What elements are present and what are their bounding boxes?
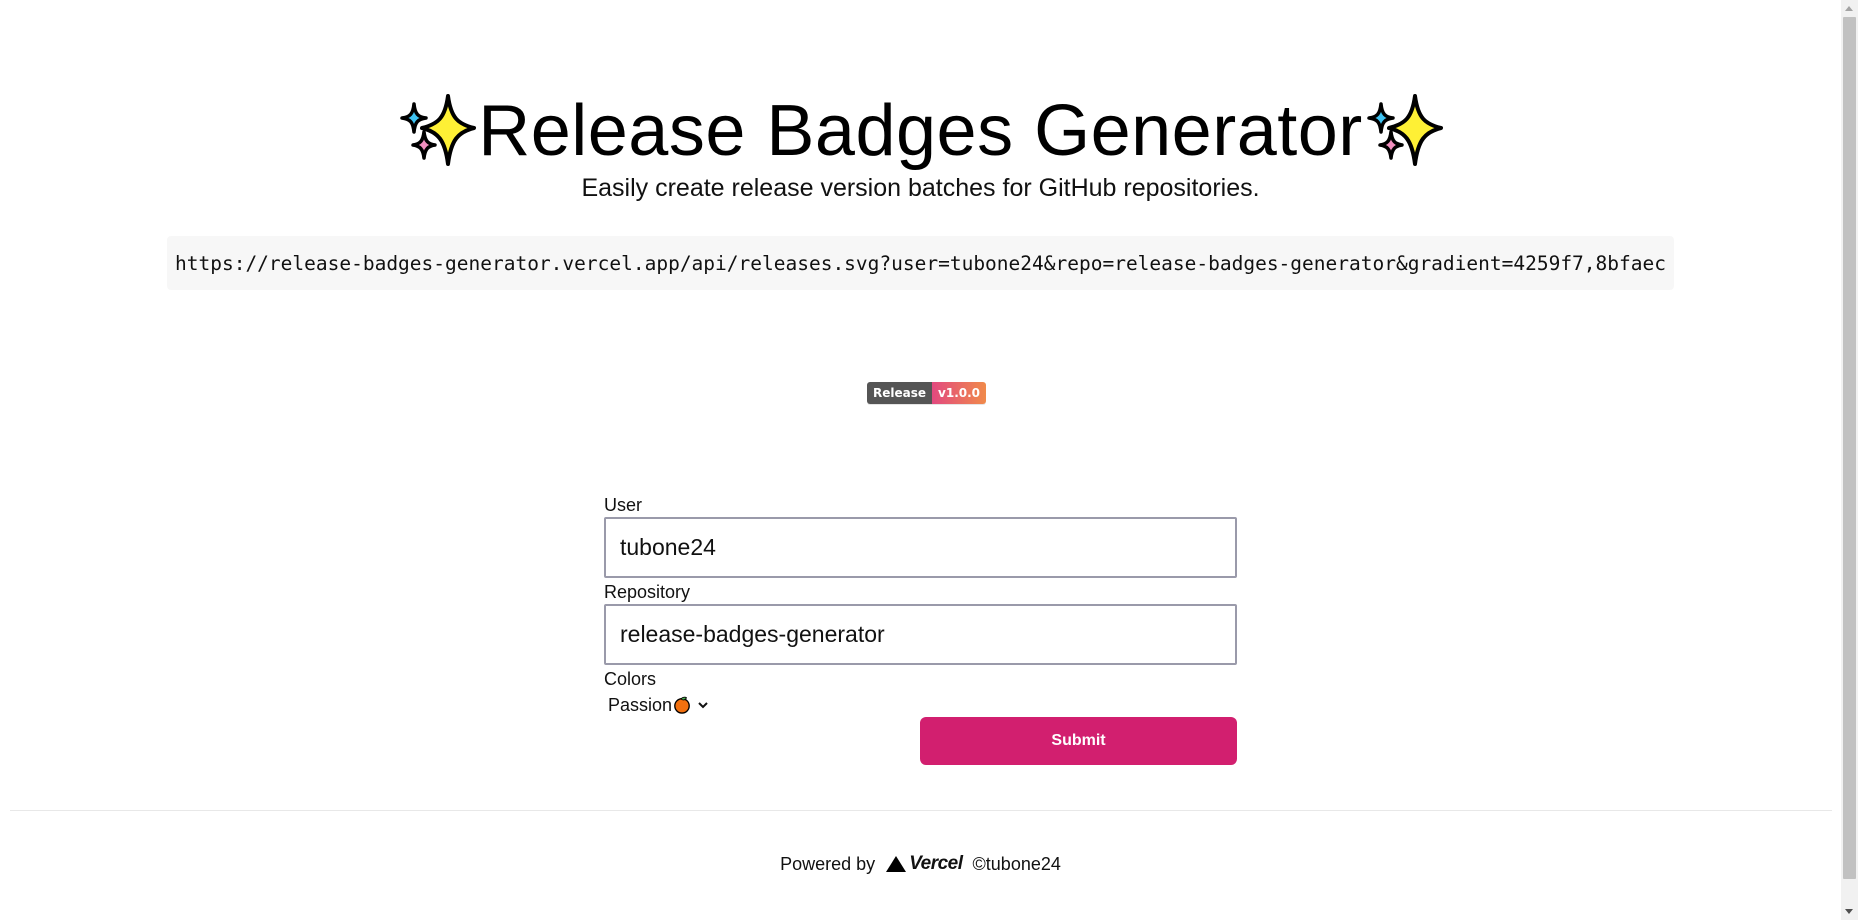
page-title: Release Badges Generator: [478, 91, 1363, 171]
footer: Powered by Vercel ©tubone24: [0, 853, 1841, 875]
badge-form: User Repository Colors Passion Submit: [604, 493, 1238, 765]
user-label: User: [604, 495, 643, 515]
sparkles-icon: [1367, 94, 1443, 166]
scroll-down-arrow-icon[interactable]: [1845, 909, 1853, 914]
colors-label: Colors: [604, 669, 657, 689]
page-subtitle: Easily create release version batches fo…: [581, 174, 1260, 202]
copyright-text: ©tubone24: [972, 853, 1061, 874]
header: Release Badges Generator: [0, 88, 1841, 174]
page: Release Badges Generator Easily create r…: [0, 0, 1858, 920]
colors-select[interactable]: Passion: [604, 691, 1238, 719]
orange-icon: [674, 696, 690, 714]
vercel-logo-icon: [886, 856, 907, 872]
submit-button[interactable]: Submit: [920, 717, 1237, 765]
user-input[interactable]: [604, 517, 1237, 578]
colors-selected-value: Passion: [608, 694, 673, 715]
scroll-up-arrow-icon[interactable]: [1845, 6, 1853, 11]
release-badge-preview: Release v1.0.0: [867, 382, 987, 404]
badge-url-code[interactable]: https://release-badges-generator.vercel.…: [167, 236, 1674, 290]
sparkles-icon: [400, 94, 477, 166]
badge-version: v1.0.0: [932, 382, 987, 404]
powered-by-text: Powered by: [780, 853, 876, 874]
vercel-text: Vercel: [909, 853, 963, 874]
repository-input[interactable]: [604, 604, 1237, 665]
footer-divider: [10, 810, 1832, 811]
vertical-scrollbar[interactable]: [1841, 0, 1858, 920]
repository-label: Repository: [604, 582, 691, 602]
badge-label: Release: [867, 382, 933, 404]
vercel-link[interactable]: Vercel: [885, 853, 963, 875]
chevron-down-icon: [698, 702, 708, 709]
scrollbar-thumb[interactable]: [1843, 17, 1856, 879]
